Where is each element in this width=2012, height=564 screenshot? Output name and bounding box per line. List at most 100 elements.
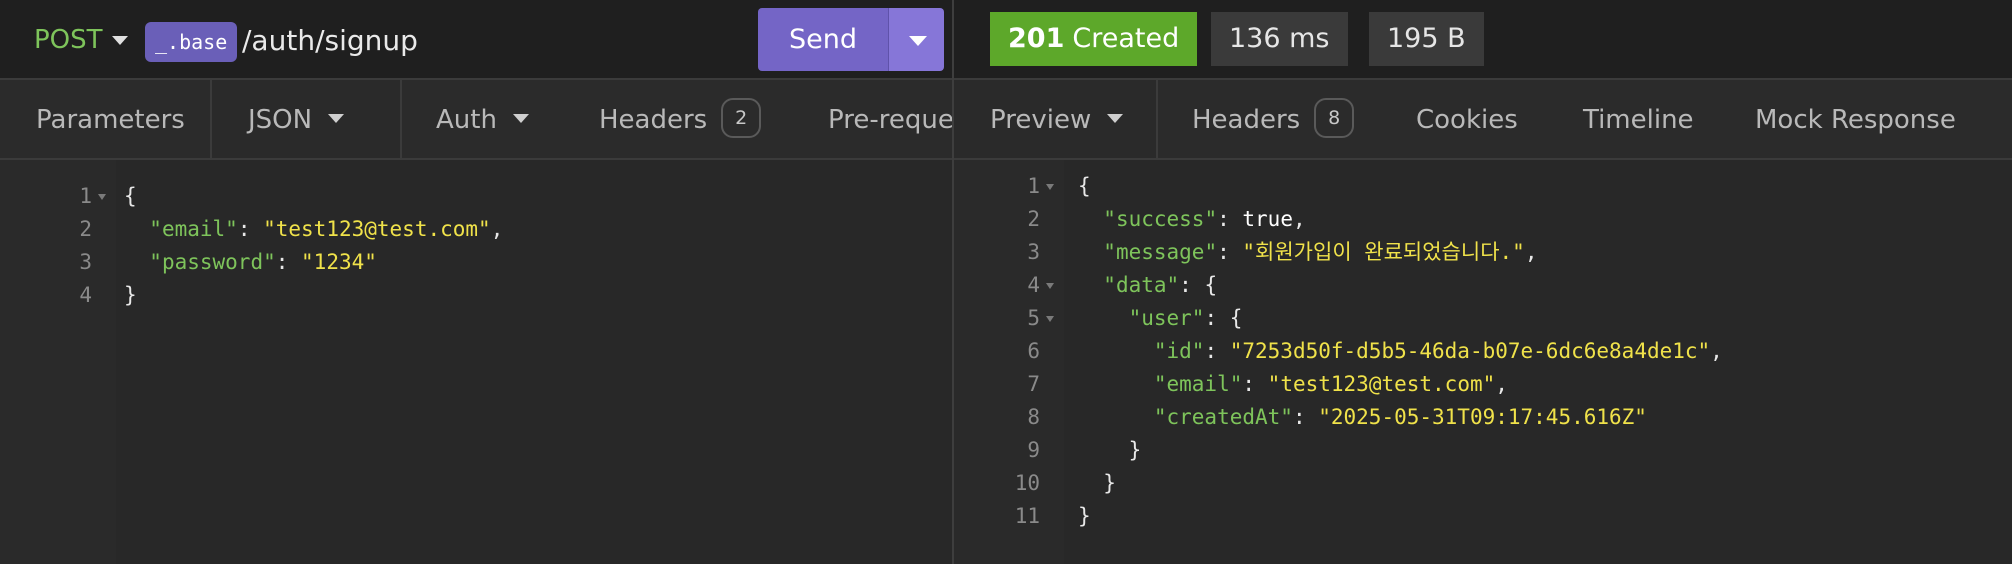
response-size: 195 B — [1369, 12, 1484, 66]
send-button[interactable]: Send — [758, 8, 888, 71]
tab-label: Timeline — [1583, 105, 1694, 135]
response-body-viewer[interactable]: 1 {2 "success": true, 3 "message": "회원가입이 … — [954, 160, 2012, 564]
code-token: "email" — [1153, 372, 1243, 396]
fold-toggle-icon[interactable] — [98, 194, 106, 200]
tab-label: Auth — [436, 105, 497, 135]
status-text: Created — [1072, 23, 1180, 54]
tab-label: JSON — [248, 105, 313, 135]
line-number: 3 — [79, 250, 92, 274]
fold-toggle-icon[interactable] — [1046, 316, 1054, 322]
code-token: : — [1217, 240, 1243, 264]
code-line: } — [1078, 500, 1091, 533]
code-token: , — [1524, 240, 1538, 264]
code-token: "data" — [1103, 273, 1180, 297]
code-token: : — [1292, 405, 1319, 429]
line-number: 6 — [1027, 339, 1040, 363]
request-tabs: Parameters JSON Auth Headers 2 Pre-reque — [0, 80, 952, 160]
response-time: 136 ms — [1211, 12, 1348, 66]
fold-toggle-icon[interactable] — [1046, 283, 1054, 289]
tab-timeline[interactable]: Timeline — [1583, 80, 1713, 158]
code-token: "email" — [149, 217, 238, 241]
tab-response-headers[interactable]: Headers 8 — [1156, 80, 1376, 158]
line-number: 11 — [1014, 504, 1040, 528]
tab-preview[interactable]: Preview — [954, 80, 1156, 158]
tab-pre-request[interactable]: Pre-reque — [828, 80, 952, 158]
code-token: : — [237, 217, 264, 241]
line-number: 1 — [1027, 174, 1040, 198]
tab-headers[interactable]: Headers 2 — [599, 80, 799, 158]
chevron-down-icon — [512, 114, 529, 123]
code-line: "user": { — [1078, 302, 1243, 335]
tab-label: Mock Response — [1755, 105, 1956, 135]
code-token: : — [275, 250, 302, 274]
code-token: "7253d50f-d5b5-46da-b07e-6dc6e8a4de1c" — [1229, 339, 1711, 363]
line-number: 4 — [1027, 273, 1040, 297]
code-token: "success" — [1103, 207, 1218, 231]
code-token: { — [1078, 174, 1091, 198]
code-token: : { — [1204, 306, 1243, 330]
code-line: "password": "1234" — [124, 246, 377, 279]
code-token: "회원가입이 완료되었습니다." — [1242, 240, 1525, 264]
send-options-button[interactable] — [888, 8, 944, 71]
request-url-bar: POST _.base /auth/signup Send — [0, 0, 952, 80]
line-number: 10 — [1014, 471, 1040, 495]
code-token: : { — [1179, 273, 1218, 297]
code-line: "message": "회원가입이 완료되었습니다.", — [1078, 236, 1537, 269]
code-token: { — [124, 184, 137, 208]
status-code: 201 — [1008, 23, 1065, 54]
code-token: } — [1078, 504, 1091, 528]
code-token: , — [490, 217, 504, 241]
tab-label: Pre-reque — [828, 105, 952, 135]
request-body-editor[interactable]: 1 {2 "email": "test123@test.com", 3 "passw… — [0, 160, 952, 564]
code-line: "success": true, — [1078, 203, 1305, 236]
code-token: "1234" — [301, 250, 377, 274]
line-number: 8 — [1027, 405, 1040, 429]
code-line: } — [124, 279, 137, 312]
code-token: "user" — [1128, 306, 1205, 330]
code-token: } — [124, 283, 137, 307]
fold-toggle-icon[interactable] — [1046, 184, 1054, 190]
tab-label: Parameters — [36, 105, 185, 135]
chevron-down-icon[interactable] — [112, 36, 128, 45]
environment-variable-tag[interactable]: _.base — [145, 22, 238, 62]
line-number: 1 — [79, 184, 92, 208]
code-token: , — [1495, 372, 1508, 396]
code-line: "id": "7253d50f-d5b5-46da-b07e-6dc6e8a4d… — [1078, 335, 1723, 368]
http-method-select[interactable]: POST — [34, 25, 103, 55]
code-token: "id" — [1153, 339, 1205, 363]
code-token: : — [1242, 372, 1268, 396]
url-input[interactable]: /auth/signup — [242, 24, 418, 57]
code-token: "test123@test.com" — [1267, 372, 1496, 396]
code-line: } — [1078, 467, 1116, 500]
code-line: "email": "test123@test.com", — [1078, 368, 1508, 401]
tab-parameters[interactable]: Parameters — [0, 80, 210, 158]
line-number: 2 — [79, 217, 92, 241]
tab-json[interactable]: JSON — [210, 80, 400, 158]
code-token: "password" — [149, 250, 276, 274]
code-token: , — [1710, 339, 1723, 363]
tab-mock-response[interactable]: Mock Response — [1755, 80, 1995, 158]
status-badge: 201 Created — [990, 12, 1198, 66]
code-token: : — [1217, 207, 1243, 231]
response-tabs: Preview Headers 8 Cookies Timeline Mock R… — [954, 80, 2012, 160]
line-number: 9 — [1027, 438, 1040, 462]
chevron-down-icon — [909, 36, 927, 46]
code-token: "test123@test.com" — [263, 217, 491, 241]
code-token: } — [1078, 438, 1142, 462]
code-token: } — [1078, 471, 1116, 495]
code-token: true — [1242, 207, 1293, 231]
tab-cookies[interactable]: Cookies — [1416, 80, 1536, 158]
code-token: : — [1204, 339, 1230, 363]
code-line: } — [1078, 434, 1142, 467]
tab-auth[interactable]: Auth — [400, 80, 560, 158]
response-status-bar: 201 Created 136 ms 195 B — [954, 0, 2012, 80]
